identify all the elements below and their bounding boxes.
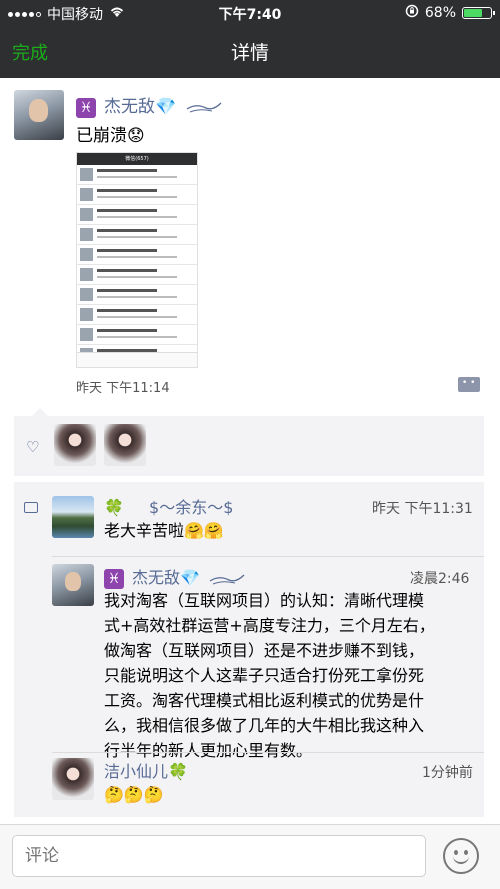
- comment-author-name[interactable]: $～余东～$: [149, 498, 233, 517]
- comment-author-name[interactable]: 洁小仙儿: [104, 762, 168, 781]
- post-author[interactable]: ♓ 杰无敌💎: [76, 92, 222, 118]
- post-image-row: [77, 205, 197, 225]
- comment-divider: [52, 752, 484, 753]
- comment-author[interactable]: ♓ 杰无敌💎: [104, 564, 245, 589]
- comment-text-line: 我对淘客（互联网项目）的认知：清晰代理模: [104, 591, 425, 610]
- liker-avatar[interactable]: [54, 424, 96, 466]
- post-image-row: [77, 265, 197, 285]
- comment-icon: [24, 502, 38, 513]
- post-text: 已崩溃😟: [76, 126, 145, 146]
- post-image-row: [77, 305, 197, 325]
- comment-text: 老大辛苦啦🤗🤗: [104, 521, 224, 540]
- comment-time: 1分钟前: [422, 765, 473, 781]
- comment-bar: [0, 824, 500, 889]
- commenter-avatar[interactable]: [52, 758, 94, 800]
- clover-icon: 🍀: [168, 762, 188, 781]
- post-image[interactable]: 微信(657): [76, 152, 198, 368]
- post-image-row: [77, 285, 197, 305]
- comment-author[interactable]: 洁小仙儿🍀: [104, 758, 188, 782]
- bird-signature-icon: [186, 102, 222, 113]
- more-actions-button[interactable]: [458, 377, 480, 392]
- post-image-row: [77, 185, 197, 205]
- comment-text-line: 么，我相信很多做了几年的大牛相比我这种入: [104, 716, 425, 735]
- pisces-icon: ♓: [76, 98, 96, 118]
- comments-panel: 🍀 $～余东～$ 昨天 下午11:31 老大辛苦啦🤗🤗 ♓ 杰无敌💎 凌晨2:46…: [14, 482, 484, 817]
- post-image-row: [77, 245, 197, 265]
- likes-panel: ♡: [14, 408, 484, 476]
- orientation-lock-icon: [405, 4, 419, 22]
- comment-divider: [52, 556, 484, 557]
- comment-text-line: 只能说明这个人这辈子只适合打份死工拿份死: [104, 666, 425, 685]
- comment-text: 🤔🤔🤔: [104, 785, 164, 804]
- status-bar: 中国移动 下午7:40 68%: [0, 0, 500, 26]
- post-time: 昨天 下午11:14: [76, 381, 170, 396]
- pisces-icon: ♓: [104, 569, 124, 589]
- commenter-avatar[interactable]: [52, 564, 94, 606]
- bird-signature-icon: [209, 574, 245, 584]
- heart-icon: ♡: [26, 438, 40, 456]
- comment-author-name[interactable]: 杰无敌💎: [132, 568, 200, 587]
- comment-input[interactable]: [12, 835, 426, 877]
- comment-text-line: 工资。淘客代理模式相比返利模式的优势是什: [104, 691, 425, 710]
- post-author-name[interactable]: 杰无敌💎: [104, 97, 176, 117]
- emoji-button[interactable]: [443, 838, 479, 874]
- post-image-row: [77, 165, 197, 185]
- comment-time: 昨天 下午11:31: [372, 501, 473, 517]
- post-image-tabbar: [77, 352, 197, 367]
- comment-text-line: 式+高效社群运营+高度专注力，三个月左右，: [104, 616, 435, 635]
- post-author-avatar[interactable]: [14, 90, 64, 140]
- liker-avatar[interactable]: [104, 424, 146, 466]
- comment-author[interactable]: 🍀 $～余东～$: [104, 494, 233, 518]
- comment-time: 凌晨2:46: [410, 571, 470, 587]
- comment-text-line: 做淘客（互联网项目）还是不进步赚不到钱，: [104, 641, 425, 660]
- clover-icon: 🍀: [104, 498, 124, 517]
- nav-bar: 完成 详情: [0, 26, 500, 78]
- battery-icon: [462, 7, 495, 19]
- comment-text: 我对淘客（互联网项目）的认知：清晰代理模 式+高效社群运营+高度专注力，三个月左…: [104, 588, 435, 763]
- page-title: 详情: [230, 42, 269, 64]
- post-image-title: 微信(657): [77, 153, 197, 165]
- status-right: 68%: [405, 4, 495, 22]
- battery-percent: 68%: [424, 5, 456, 21]
- commenter-avatar[interactable]: [52, 496, 94, 538]
- post-image-row: [77, 225, 197, 245]
- post-image-row: [77, 325, 197, 345]
